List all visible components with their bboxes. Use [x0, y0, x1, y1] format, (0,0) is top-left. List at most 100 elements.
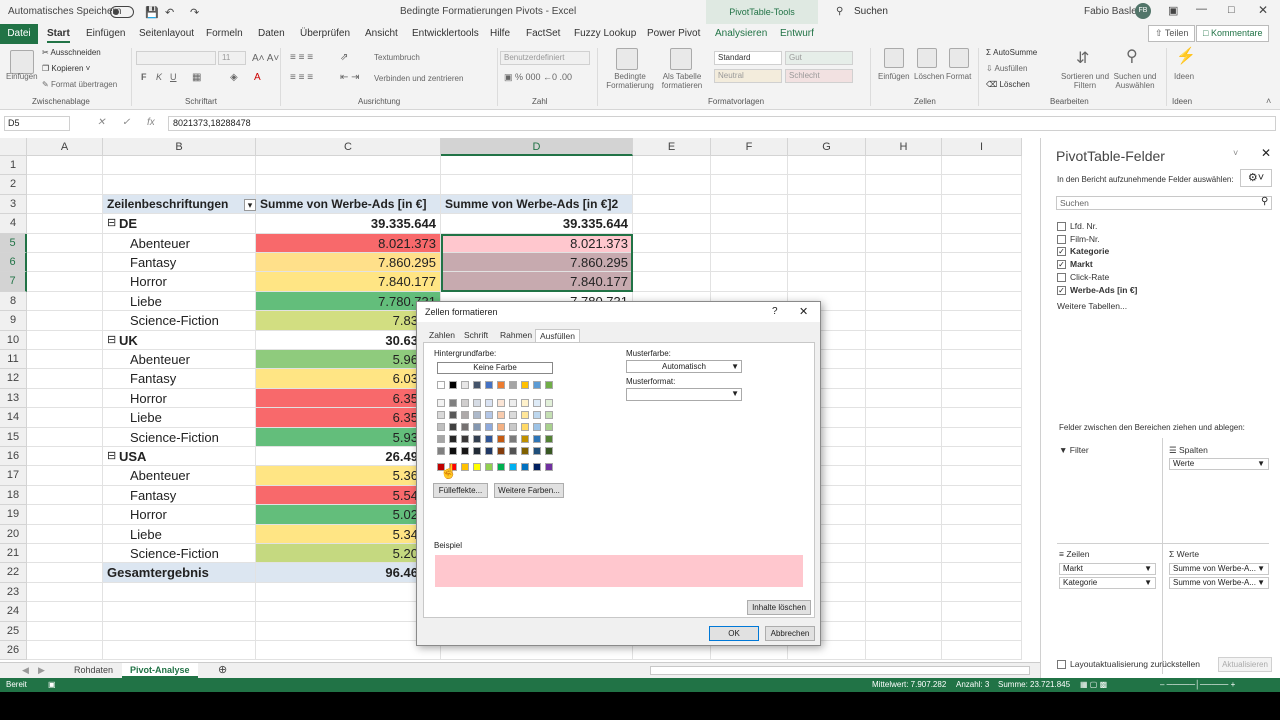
theme-color-swatch[interactable] — [521, 381, 529, 389]
minimize-icon[interactable]: — — [1196, 3, 1207, 15]
grid-cell[interactable] — [788, 194, 866, 215]
function-icon[interactable]: fx — [147, 117, 155, 128]
share-button[interactable]: ⇧ Teilen — [1148, 25, 1196, 42]
tab-daten[interactable]: Daten — [258, 28, 285, 39]
collapse-icon[interactable]: ⊟ — [107, 216, 116, 229]
grid-cell[interactable] — [27, 311, 103, 331]
format-cells-button[interactable]: Format — [946, 72, 971, 81]
grid-cell[interactable] — [788, 253, 866, 273]
grid-cell[interactable] — [27, 388, 103, 409]
standard-color-swatch[interactable] — [521, 463, 529, 471]
row-header[interactable]: 16 — [0, 447, 27, 467]
field-label[interactable]: Markt — [1070, 259, 1093, 269]
row-header[interactable]: 3 — [0, 194, 27, 215]
grid-cell[interactable] — [942, 330, 1022, 350]
theme-color-swatch[interactable] — [497, 381, 505, 389]
shade-color-swatch[interactable] — [545, 435, 553, 443]
shade-color-swatch[interactable] — [497, 447, 505, 455]
grid-cell[interactable] — [711, 253, 788, 273]
pivot-value-d[interactable]: 39.335.644 — [441, 214, 633, 234]
shade-color-swatch[interactable] — [485, 447, 493, 455]
add-sheet-icon[interactable]: ⊕ — [210, 663, 235, 678]
field-label[interactable]: Werbe-Ads [in €] — [1070, 285, 1137, 295]
settings-gear-icon[interactable]: ⚙˅ — [1240, 169, 1272, 187]
pivot-item-label[interactable]: Fantasy — [103, 253, 256, 273]
column-header[interactable]: E — [633, 138, 711, 156]
grid-cell[interactable] — [441, 175, 633, 195]
grid-cell[interactable] — [711, 156, 788, 176]
dlg-tab-schrift[interactable]: Schrift — [460, 329, 492, 342]
autosave-toggle[interactable] — [110, 6, 134, 18]
shade-color-swatch[interactable] — [449, 447, 457, 455]
shade-color-swatch[interactable] — [437, 423, 445, 431]
cancel-button[interactable]: Abbrechen — [765, 626, 815, 641]
grid-cell[interactable] — [27, 291, 103, 312]
grid-cell[interactable] — [256, 582, 441, 603]
pivot-item-label[interactable]: Fantasy — [103, 369, 256, 389]
grid-cell[interactable] — [942, 602, 1022, 622]
grid-cell[interactable] — [866, 447, 942, 467]
values-item-1[interactable]: Summe von Werbe-A... ▼ — [1169, 563, 1269, 575]
grid-cell[interactable] — [866, 311, 942, 331]
grid-cell[interactable] — [711, 214, 788, 234]
columns-item[interactable]: Werte ▼ — [1169, 458, 1269, 470]
standard-color-swatch[interactable] — [497, 463, 505, 471]
view-buttons[interactable]: ▦ ▢ ▩ — [1080, 680, 1107, 689]
grid-cell[interactable] — [866, 582, 942, 603]
row-header[interactable]: 15 — [0, 427, 27, 447]
grid-cell[interactable] — [27, 408, 103, 428]
grid-cell[interactable] — [27, 194, 103, 215]
grid-cell[interactable] — [27, 466, 103, 486]
grid-cell[interactable] — [103, 602, 256, 622]
shade-color-swatch[interactable] — [509, 423, 517, 431]
search-icon[interactable]: ⚲ — [836, 6, 843, 17]
grid-cell[interactable] — [27, 214, 103, 234]
copy-button[interactable]: ❐ Kopieren ˅ — [42, 64, 90, 73]
grid-cell[interactable] — [866, 524, 942, 544]
shade-color-swatch[interactable] — [497, 411, 505, 419]
border-icon[interactable]: ▦ — [192, 72, 201, 83]
grid-cell[interactable] — [103, 156, 256, 176]
grid-cell[interactable] — [942, 272, 1022, 292]
grid-cell[interactable] — [27, 505, 103, 525]
grid-cell[interactable] — [256, 641, 441, 661]
more-tables-link[interactable]: Weitere Tabellen... — [1057, 301, 1127, 311]
grid-cell[interactable] — [27, 447, 103, 467]
font-name-box[interactable] — [136, 51, 216, 65]
fill-color-icon[interactable]: ◈ — [230, 72, 238, 83]
format-as-table-button[interactable]: Als Tabelle formatieren — [658, 72, 706, 90]
grid-cell[interactable] — [866, 602, 942, 622]
conditional-format-button[interactable]: Bedingte Formatierung — [604, 72, 656, 90]
grid-cell[interactable] — [711, 233, 788, 253]
autosum-button[interactable]: Σ AutoSumme — [986, 48, 1037, 57]
grow-font-icon[interactable]: A˄ A˅ — [252, 53, 279, 64]
enter-icon[interactable]: ✓ — [122, 117, 130, 128]
grid-cell[interactable] — [788, 175, 866, 195]
select-all-corner[interactable] — [0, 138, 27, 156]
row-header[interactable]: 11 — [0, 350, 27, 370]
row-header[interactable]: 4 — [0, 214, 27, 234]
grid-cell[interactable] — [788, 272, 866, 292]
macro-record-icon[interactable]: ▣ — [48, 680, 56, 689]
grid-cell[interactable] — [942, 253, 1022, 273]
shade-color-swatch[interactable] — [473, 399, 481, 407]
grid-cell[interactable] — [942, 447, 1022, 467]
insert-cells-icon[interactable] — [884, 48, 904, 68]
shade-color-swatch[interactable] — [521, 423, 529, 431]
column-header[interactable]: H — [866, 138, 942, 156]
row-header[interactable]: 5 — [0, 233, 27, 253]
grid-cell[interactable] — [711, 194, 788, 215]
grid-cell[interactable] — [942, 466, 1022, 486]
fill-button[interactable]: ⇩ Ausfüllen — [986, 64, 1027, 73]
shade-color-swatch[interactable] — [437, 399, 445, 407]
column-header[interactable]: C — [256, 138, 441, 156]
paste-icon[interactable] — [10, 50, 34, 74]
pivot-value-c[interactable]: 7.840.177 — [256, 272, 441, 292]
theme-color-swatch[interactable] — [473, 381, 481, 389]
grid-cell[interactable] — [942, 350, 1022, 370]
field-label[interactable]: Kategorie — [1070, 246, 1109, 256]
undo-icon[interactable]: ↶ — [165, 6, 174, 19]
grid-cell[interactable] — [866, 194, 942, 215]
grid-cell[interactable] — [256, 602, 441, 622]
shade-color-swatch[interactable] — [533, 435, 541, 443]
